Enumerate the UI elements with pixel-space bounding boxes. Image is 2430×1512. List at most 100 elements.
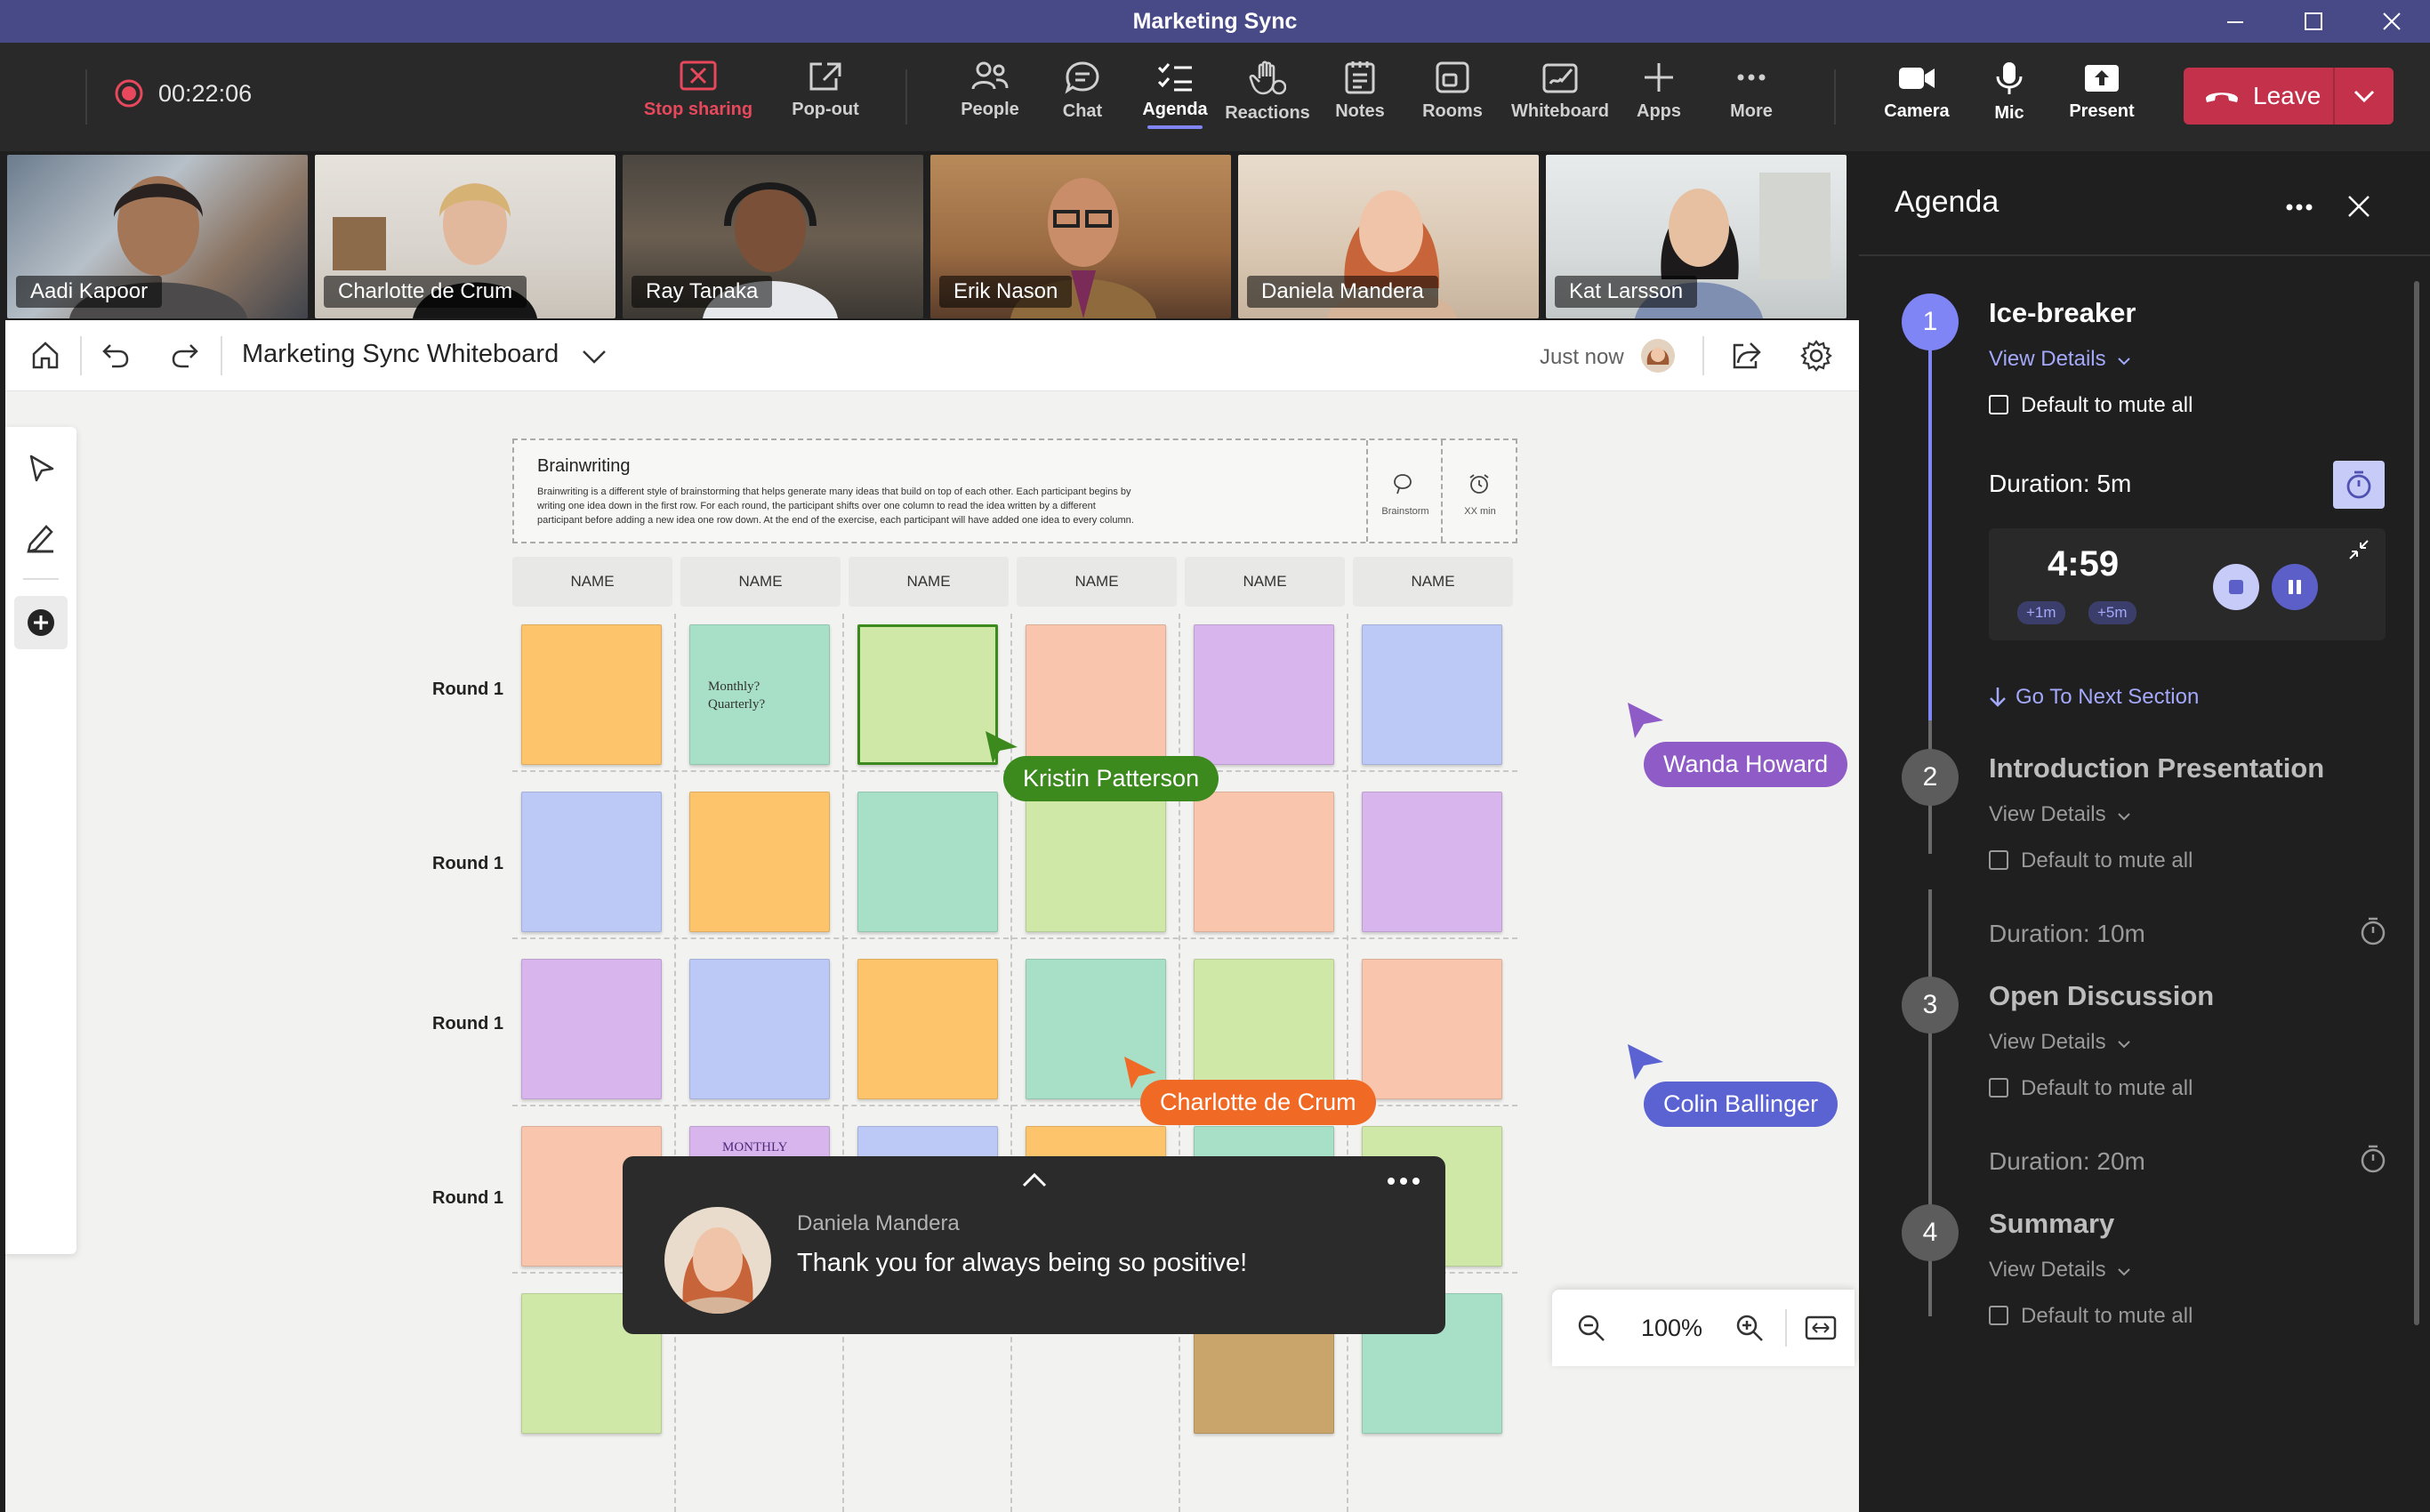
sticky-note-selected[interactable] — [857, 624, 998, 765]
agenda-button[interactable]: Agenda — [1126, 60, 1224, 144]
pause-icon — [2289, 580, 2301, 594]
template-title: Brainwriting — [537, 456, 631, 476]
view-details-link[interactable]: View Details — [1989, 1258, 2131, 1283]
view-details-link[interactable]: View Details — [1989, 802, 2131, 827]
chevron-up-icon[interactable] — [1021, 1172, 1048, 1188]
more-icon[interactable] — [2286, 203, 2313, 212]
sticky-note[interactable] — [1362, 959, 1502, 1099]
divider — [905, 69, 907, 125]
view-details-link[interactable]: View Details — [1989, 347, 2131, 372]
column-header[interactable]: NAME — [512, 557, 672, 607]
close-icon[interactable] — [2346, 194, 2371, 219]
sticky-note[interactable] — [521, 959, 662, 1099]
column-header[interactable]: NAME — [1185, 557, 1345, 607]
stopwatch-icon[interactable] — [2359, 1144, 2387, 1174]
zoom-out-icon[interactable] — [1577, 1314, 1605, 1342]
collapse-icon[interactable] — [2348, 539, 2370, 560]
next-section-button[interactable]: Go To Next Section — [1989, 685, 2199, 710]
mic-button[interactable]: Mic — [1960, 60, 2058, 144]
template-description[interactable]: Brainwriting Brainwriting is a different… — [512, 438, 1517, 543]
pen-icon[interactable] — [25, 521, 57, 553]
maximize-icon — [2305, 12, 2322, 30]
rooms-label: Rooms — [1422, 101, 1483, 121]
chevron-down-icon[interactable] — [2354, 89, 2375, 103]
more-icon[interactable] — [1386, 1176, 1421, 1186]
sticky-note[interactable] — [1194, 624, 1334, 765]
sticky-note[interactable] — [1362, 792, 1502, 932]
column-header[interactable]: NAME — [849, 557, 1009, 607]
sticky-note[interactable] — [1026, 624, 1166, 765]
stopwatch-icon[interactable] — [2359, 916, 2387, 946]
sticky-note[interactable] — [1194, 792, 1334, 932]
close-window-button[interactable] — [2352, 0, 2430, 43]
scrollbar[interactable] — [2414, 281, 2419, 1325]
more-button[interactable]: More — [1702, 60, 1800, 144]
participant-tile[interactable]: Kat Larsson — [1546, 155, 1847, 318]
chevron-down-icon — [2118, 1268, 2131, 1276]
mute-all-checkbox[interactable]: Default to mute all — [1989, 393, 2193, 418]
present-button[interactable]: Present — [2053, 60, 2151, 144]
home-icon[interactable] — [30, 340, 60, 370]
minimize-button[interactable] — [2195, 0, 2275, 43]
checkbox[interactable] — [1989, 1306, 2008, 1325]
column-header[interactable]: NAME — [1017, 557, 1177, 607]
leave-button[interactable]: Leave — [2184, 68, 2394, 125]
checkbox[interactable] — [1989, 395, 2008, 414]
view-details-link[interactable]: View Details — [1989, 1030, 2131, 1055]
sticky-note[interactable] — [521, 624, 662, 765]
checkbox[interactable] — [1989, 850, 2008, 870]
present-label: Present — [2069, 101, 2135, 121]
template-description-text: Brainwriting is a different style of bra… — [537, 485, 1231, 527]
participant-tile[interactable]: Daniela Mandera — [1238, 155, 1539, 318]
sticky-note[interactable] — [689, 959, 830, 1099]
add-one-minute-button[interactable]: +1m — [2017, 601, 2065, 624]
notes-button[interactable]: Notes — [1311, 60, 1409, 144]
pause-timer-button[interactable] — [2272, 564, 2318, 610]
fit-to-screen-icon[interactable] — [1805, 1315, 1837, 1341]
share-icon[interactable] — [1731, 340, 1763, 370]
chevron-down-icon[interactable] — [582, 349, 607, 365]
sticky-note[interactable] — [857, 792, 998, 932]
whiteboard-button[interactable]: Whiteboard — [1507, 60, 1613, 144]
participant-tile[interactable]: Ray Tanaka — [623, 155, 923, 318]
chat-button[interactable]: Chat — [1034, 60, 1131, 144]
notes-label: Notes — [1335, 101, 1385, 121]
mute-all-checkbox[interactable]: Default to mute all — [1989, 1304, 2193, 1329]
participant-tile[interactable]: Charlotte de Crum — [315, 155, 616, 318]
sticky-note[interactable]: Monthly? Quarterly? — [689, 624, 830, 765]
chat-notification[interactable]: Daniela Mandera Thank you for always bei… — [623, 1156, 1445, 1334]
sticky-note[interactable] — [857, 959, 998, 1099]
zoom-in-icon[interactable] — [1735, 1314, 1764, 1342]
select-pointer-icon[interactable] — [27, 454, 57, 484]
stop-sharing-button[interactable]: Stop sharing — [640, 60, 756, 144]
redo-icon[interactable] — [171, 342, 199, 370]
avatar — [1641, 339, 1675, 373]
undo-icon[interactable] — [101, 342, 130, 370]
settings-gear-icon[interactable] — [1800, 340, 1832, 372]
stop-timer-button[interactable] — [2213, 564, 2259, 610]
sticky-note[interactable] — [1362, 624, 1502, 765]
view-details-label: View Details — [1989, 1030, 2106, 1054]
people-button[interactable]: People — [941, 60, 1039, 144]
add-button[interactable] — [14, 596, 68, 649]
sticky-note[interactable] — [689, 792, 830, 932]
plus-circle-icon — [28, 609, 54, 636]
mute-all-checkbox[interactable]: Default to mute all — [1989, 848, 2193, 873]
timer-button[interactable] — [2333, 461, 2385, 509]
rooms-button[interactable]: Rooms — [1404, 60, 1501, 144]
apps-button[interactable]: Apps — [1610, 60, 1708, 144]
participant-tile[interactable]: Erik Nason — [930, 155, 1231, 318]
maximize-button[interactable] — [2273, 0, 2354, 43]
camera-button[interactable]: Camera — [1868, 60, 1966, 144]
column-header[interactable]: NAME — [680, 557, 841, 607]
reactions-button[interactable]: Reactions — [1219, 60, 1316, 144]
sticky-note[interactable] — [1194, 959, 1334, 1099]
participant-tile[interactable]: Aadi Kapoor — [7, 155, 308, 318]
mute-all-checkbox[interactable]: Default to mute all — [1989, 1076, 2193, 1101]
pop-out-button[interactable]: Pop-out — [776, 60, 874, 144]
sticky-note[interactable] — [521, 792, 662, 932]
sticky-note[interactable] — [1026, 792, 1166, 932]
column-header[interactable]: NAME — [1353, 557, 1513, 607]
add-five-minutes-button[interactable]: +5m — [2088, 601, 2136, 624]
checkbox[interactable] — [1989, 1078, 2008, 1098]
